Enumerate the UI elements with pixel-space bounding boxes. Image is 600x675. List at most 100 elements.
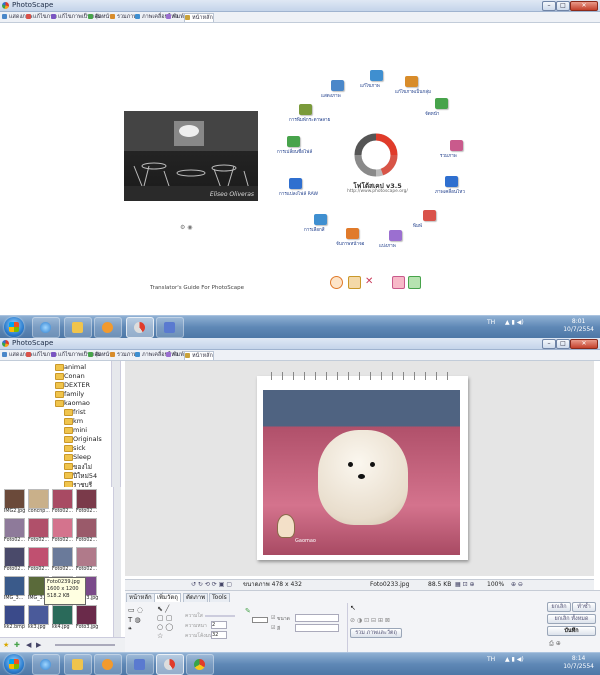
menu-icon-7[interactable] (389, 230, 402, 241)
forward-arrow-icon[interactable]: ▶ (36, 641, 41, 649)
photo-sticker[interactable]: Gaomao (273, 512, 328, 550)
folder-item[interactable]: animal (55, 363, 86, 371)
back-arrow-icon[interactable]: ◀ (26, 641, 31, 649)
tab-4[interactable]: รวมภาพ (110, 351, 137, 359)
ie-taskbar-button[interactable] (32, 654, 60, 675)
thumbnail[interactable] (76, 605, 97, 625)
menu-label-9[interactable]: การเลือกสี (304, 227, 325, 234)
eyedropper-icon[interactable]: ✎ (245, 607, 251, 615)
gift-icon[interactable] (392, 276, 405, 289)
tree-scrollbar[interactable] (111, 361, 120, 487)
tab-home[interactable]: หน้าหลัก (126, 593, 155, 602)
menu-label-12[interactable]: การพิมพ์กระดาษลาย (289, 117, 330, 124)
thumbnail[interactable] (76, 547, 97, 567)
menu-label-8[interactable]: จับภาพหน้าจอ (336, 241, 364, 248)
thumbnail[interactable] (4, 518, 25, 538)
thumbnail[interactable] (4, 576, 25, 596)
color-select[interactable] (295, 624, 339, 632)
tab-objects[interactable]: เพิ่มวัตถุ (154, 593, 181, 602)
folder-item[interactable]: family (55, 390, 84, 398)
chrome-taskbar-button[interactable] (186, 654, 214, 675)
thumbnail[interactable] (76, 489, 97, 509)
menu-icon-12[interactable] (299, 104, 312, 115)
menu-icon-1[interactable] (370, 70, 383, 81)
tab-4[interactable]: รวมภาพ (110, 13, 137, 21)
close-button[interactable]: ✕ (570, 1, 598, 11)
zoom-level[interactable]: 100% (487, 580, 504, 590)
star-shape-icon[interactable]: ☆ (157, 632, 183, 641)
redo-button[interactable]: ทำซ้ำ (572, 602, 596, 612)
tray-icons[interactable]: ▲ ▮ ◀) (505, 656, 524, 663)
thumbnail[interactable] (52, 547, 73, 567)
roundness-input[interactable]: 32 (211, 631, 227, 639)
media-taskbar-button[interactable] (94, 654, 122, 675)
thumbnail[interactable] (28, 605, 49, 625)
menu-label-10[interactable]: การแปลงไฟล์ RAW (279, 191, 318, 198)
menu-icon-3[interactable] (435, 98, 448, 109)
zoom-buttons[interactable]: ⊕ ⊖ (511, 580, 523, 590)
help-icon[interactable] (330, 276, 343, 289)
menu-label-1[interactable]: แก้ไขภาพ (360, 83, 380, 90)
system-clock[interactable]: 8:14 10/7/2554 (563, 655, 594, 671)
object-tools[interactable]: ▭ ◌ T ◍ ❝ (128, 605, 154, 653)
minimize-button[interactable]: – (542, 1, 556, 11)
object-icons-row[interactable]: ⊘ ◑ ⊡ ⊟ ⊞ ⊠ (350, 617, 390, 624)
quote-tool-icon[interactable]: ❝ (128, 625, 154, 635)
select-icon[interactable]: ⬉ ╱ (157, 605, 183, 614)
thumbnail[interactable] (52, 489, 73, 509)
tray-icons[interactable]: ▲ ▮ ◀) (505, 319, 524, 326)
start-button[interactable] (4, 317, 24, 337)
folder-item[interactable]: km (64, 417, 83, 425)
menu-label-2[interactable]: แก้ไขภาพเป็นกลุ่ม (395, 89, 431, 96)
menu-icon-2[interactable] (405, 76, 418, 87)
language-indicator[interactable]: TH (487, 319, 495, 326)
photoscape-taskbar-button[interactable] (126, 317, 154, 338)
folder-item[interactable]: kaomao (55, 399, 90, 407)
text-tool-icon[interactable]: T ◍ (128, 615, 154, 625)
dog-photo[interactable]: Gaomao (263, 390, 460, 555)
thumb-size-slider[interactable] (55, 644, 115, 646)
border-select[interactable] (295, 614, 339, 622)
start-button[interactable] (4, 654, 24, 674)
explorer-taskbar-button[interactable] (64, 317, 92, 338)
paint-taskbar-button[interactable] (126, 654, 154, 675)
tab-6[interactable]: พิมพ์ (166, 13, 184, 21)
menu-label-6[interactable]: พิมพ์ (413, 223, 422, 230)
add-icon[interactable]: ✚ (14, 641, 20, 649)
print-share-icons[interactable]: ⎙ ⊕ (549, 640, 561, 648)
undo-button[interactable]: ยกเลิก (547, 602, 571, 612)
system-clock[interactable]: 8:01 10/7/2554 (563, 318, 594, 334)
star-icon[interactable]: ★ (3, 641, 9, 649)
menu-label-5[interactable]: ภาพเคลื่อนไหว (435, 189, 465, 196)
ie-taskbar-button[interactable] (32, 317, 60, 338)
close-button[interactable]: ✕ (570, 339, 598, 349)
menu-label-3[interactable]: จัดหน้า (425, 111, 439, 118)
folder-item[interactable]: DEXTER (55, 381, 90, 389)
rect-icon[interactable]: ▢ ▢ (157, 614, 183, 623)
rotate-tools[interactable]: ↺ ↻ ⟲ ⟳ ▣ ▢ (191, 580, 232, 590)
undo-all-button[interactable]: ยกเลิก ทั้งหมด (547, 614, 596, 624)
tab-7[interactable]: หน้าหลัก (184, 351, 214, 360)
maximize-button[interactable]: □ (556, 1, 570, 11)
border-checkbox[interactable]: ☑ (271, 615, 275, 621)
paint-taskbar-button[interactable] (156, 317, 184, 338)
folder-item[interactable]: Conan (55, 372, 85, 380)
folder-item[interactable]: mini (64, 426, 87, 434)
minimize-button[interactable]: – (542, 339, 556, 349)
folder-item[interactable]: Originals (64, 435, 102, 443)
thumbnail[interactable] (4, 489, 25, 509)
save-button[interactable]: บันทึก (547, 626, 596, 636)
merge-objects-button[interactable]: รวม ภาพและวัตถุ (350, 628, 402, 638)
explorer-taskbar-button[interactable] (64, 654, 92, 675)
language-indicator[interactable]: TH (487, 656, 495, 663)
folder-item[interactable]: frist (64, 408, 86, 416)
maximize-button[interactable]: □ (556, 339, 570, 349)
menu-icon-8[interactable] (346, 228, 359, 239)
thumbnail[interactable] (4, 605, 25, 625)
menu-icon-10[interactable] (289, 178, 302, 189)
menu-icon-9[interactable] (314, 214, 327, 225)
view-icons[interactable]: ▦ ⊡ ⊕ (455, 580, 475, 590)
folder-item[interactable]: sick (64, 444, 86, 452)
transparency-slider[interactable] (205, 615, 235, 617)
menu-icon-4[interactable] (450, 140, 463, 151)
